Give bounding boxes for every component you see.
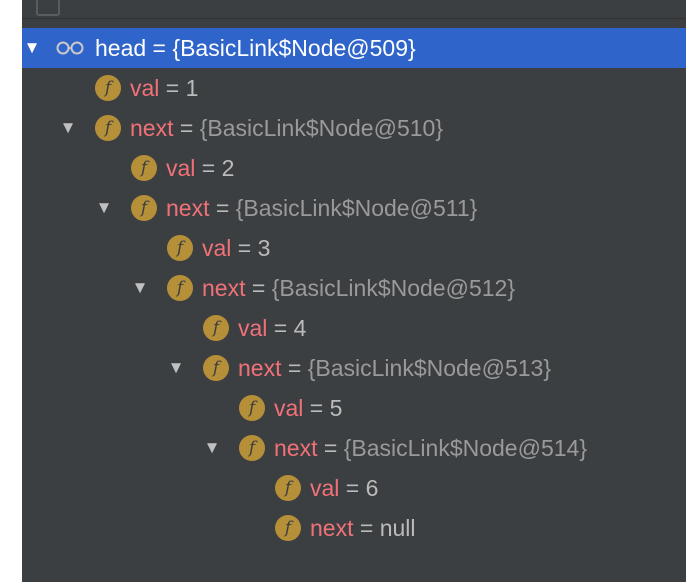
variable-name: val (310, 475, 340, 501)
variable-name: val (202, 235, 232, 261)
tree-row-val[interactable]: f val = 1 (22, 68, 686, 108)
equals-sign: = (209, 195, 236, 221)
expand-arrow-icon[interactable]: ▼ (202, 428, 222, 468)
tree-row-val[interactable]: f val = 2 (22, 148, 686, 188)
tree-row-next[interactable]: ▼ f next = {BasicLink$Node@510} (22, 108, 686, 148)
equals-sign: = (303, 395, 330, 421)
field-icon: f (239, 435, 265, 461)
variable-entry: val = 4 (238, 308, 306, 348)
variable-entry: val = 5 (274, 388, 342, 428)
tree-row-val[interactable]: f val = 3 (22, 228, 686, 268)
variable-value: {BasicLink$Node@511} (235, 195, 478, 221)
variable-value: 2 (221, 155, 235, 181)
variable-value: {BasicLink$Node@512} (271, 275, 515, 301)
expand-arrow-icon[interactable]: ▼ (94, 188, 114, 228)
field-icon: f (275, 475, 301, 501)
variable-entry: head = {BasicLink$Node@509} (95, 28, 416, 68)
field-icon: f (275, 515, 301, 541)
field-icon: f (131, 195, 157, 221)
equals-sign: = (353, 515, 380, 541)
equals-sign: = (281, 355, 308, 381)
variable-value: 5 (329, 395, 343, 421)
variable-entry: next = {BasicLink$Node@512} (202, 268, 515, 308)
field-icon: f (95, 115, 121, 141)
tree-row-next[interactable]: ▼ f next = {BasicLink$Node@514} (22, 428, 686, 468)
expand-arrow-icon[interactable]: ▼ (58, 108, 78, 148)
equals-sign: = (245, 275, 272, 301)
variable-entry: next = {BasicLink$Node@513} (238, 348, 551, 388)
variable-value: null (379, 515, 416, 541)
field-icon: f (167, 235, 193, 261)
variable-value: {BasicLink$Node@514} (343, 435, 587, 461)
variable-name: val (130, 75, 160, 101)
equals-sign: = (146, 35, 173, 61)
expand-arrow-icon[interactable]: ▼ (130, 268, 150, 308)
variable-value: 6 (365, 475, 379, 501)
variable-name: next (310, 515, 354, 541)
variable-name: next (166, 195, 210, 221)
tree-row-val[interactable]: f val = 4 (22, 308, 686, 348)
variable-name: next (202, 275, 246, 301)
variable-value: 3 (257, 235, 271, 261)
equals-sign: = (231, 235, 258, 261)
toolbar-icon[interactable] (36, 0, 60, 16)
tree-row-next[interactable]: ▼ f next = {BasicLink$Node@511} (22, 188, 686, 228)
tree-row-val[interactable]: f val = 5 (22, 388, 686, 428)
expand-arrow-icon[interactable]: ▼ (22, 28, 42, 68)
variable-name: val (274, 395, 304, 421)
tree-row-next[interactable]: ▼ f next = {BasicLink$Node@512} (22, 268, 686, 308)
field-icon: f (167, 275, 193, 301)
equals-sign: = (173, 115, 200, 141)
equals-sign: = (267, 315, 294, 341)
field-icon: f (203, 315, 229, 341)
expand-arrow-icon[interactable]: ▼ (166, 348, 186, 388)
variable-name: val (238, 315, 268, 341)
tree-row-next[interactable]: ▼ f next = {BasicLink$Node@513} (22, 348, 686, 388)
variable-entry: next = {BasicLink$Node@511} (166, 188, 477, 228)
variable-entry: val = 2 (166, 148, 234, 188)
tree-row-next[interactable]: f next = null (22, 508, 686, 548)
field-icon: f (131, 155, 157, 181)
variable-entry: next = {BasicLink$Node@510} (130, 108, 443, 148)
variable-name: head (95, 35, 147, 61)
field-icon: f (203, 355, 229, 381)
field-icon: f (95, 75, 121, 101)
variable-name: next (130, 115, 174, 141)
variables-tree: ▼ head = {BasicLink$Node@509} f val = 1 … (22, 28, 686, 548)
tree-row-head[interactable]: ▼ head = {BasicLink$Node@509} (22, 28, 686, 68)
variable-name: next (238, 355, 282, 381)
variable-value: 1 (185, 75, 199, 101)
panel-toolbar-strip (22, 0, 686, 19)
variable-entry: val = 1 (130, 68, 198, 108)
watch-glasses-icon (56, 41, 84, 55)
debugger-variables-panel: ▼ head = {BasicLink$Node@509} f val = 1 … (22, 0, 686, 582)
equals-sign: = (317, 435, 344, 461)
equals-sign: = (195, 155, 222, 181)
variable-name: next (274, 435, 318, 461)
equals-sign: = (159, 75, 186, 101)
equals-sign: = (339, 475, 366, 501)
variable-entry: next = null (310, 508, 416, 548)
variable-entry: val = 6 (310, 468, 378, 508)
variable-value: 4 (293, 315, 307, 341)
field-icon: f (239, 395, 265, 421)
variable-name: val (166, 155, 196, 181)
variable-value: {BasicLink$Node@513} (307, 355, 551, 381)
variable-entry: next = {BasicLink$Node@514} (274, 428, 587, 468)
variable-entry: val = 3 (202, 228, 270, 268)
variable-value: {BasicLink$Node@509} (172, 35, 416, 61)
tree-row-val[interactable]: f val = 6 (22, 468, 686, 508)
variable-value: {BasicLink$Node@510} (199, 115, 443, 141)
